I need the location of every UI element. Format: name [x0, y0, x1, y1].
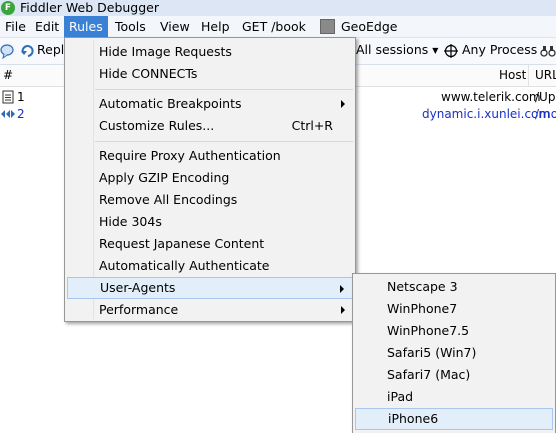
- sessions-dropdown[interactable]: All sessions ▼: [356, 38, 438, 64]
- session-number: 2: [17, 107, 25, 121]
- menu-item-label: User-Agents: [100, 280, 176, 295]
- submenu-arrow-icon: [341, 306, 345, 314]
- menu-item-apply-gzip-encoding[interactable]: Apply GZIP Encoding: [67, 167, 353, 189]
- fiddler-app-icon: F: [1, 1, 15, 15]
- menu-help[interactable]: Help: [196, 16, 235, 37]
- menu-bar: File Edit Rules Tools View Help GET /boo…: [0, 16, 556, 38]
- menu-item-customize-rules[interactable]: Customize Rules... Ctrl+R: [67, 115, 353, 137]
- submenu-arrow-icon: [340, 285, 344, 293]
- submenu-arrow-icon: [341, 100, 345, 108]
- connect-arrows-icon: [0, 104, 16, 130]
- menu-item-label: Performance: [99, 302, 179, 317]
- menu-item-ipad[interactable]: iPad: [355, 386, 553, 408]
- menu-item-hide-304s[interactable]: Hide 304s: [67, 211, 353, 233]
- menu-item-safari7-mac[interactable]: Safari7 (Mac): [355, 364, 553, 386]
- column-divider[interactable]: [528, 65, 529, 86]
- menu-item-label: Customize Rules...: [99, 118, 215, 133]
- menu-file[interactable]: File: [0, 16, 31, 37]
- menu-item-hide-connects[interactable]: Hide CONNECTs: [67, 63, 353, 85]
- column-url[interactable]: URL: [535, 65, 556, 86]
- geoedge-icon: [320, 19, 335, 34]
- window-title: Fiddler Web Debugger: [20, 0, 159, 15]
- menu-item-remove-all-encodings[interactable]: Remove All Encodings: [67, 189, 353, 211]
- menu-item-iphone6[interactable]: iPhone6: [355, 408, 553, 430]
- menu-item-netscape-3[interactable]: Netscape 3: [355, 276, 553, 298]
- rules-menu: Hide Image Requests Hide CONNECTs Automa…: [64, 37, 356, 322]
- crosshair-icon[interactable]: [443, 38, 459, 64]
- session-host: dynamic.i.xunlei.com: [422, 107, 551, 121]
- session-url: /mor: [535, 107, 556, 121]
- menu-tools[interactable]: Tools: [110, 16, 151, 37]
- shortcut-label: Ctrl+R: [291, 118, 333, 133]
- replay-icon[interactable]: [20, 38, 36, 64]
- menu-separator: [95, 89, 353, 90]
- menu-view[interactable]: View: [155, 16, 195, 37]
- comment-icon[interactable]: [0, 38, 16, 64]
- menu-item-hide-image-requests[interactable]: Hide Image Requests: [67, 41, 353, 63]
- menu-item-automatic-breakpoints[interactable]: Automatic Breakpoints: [67, 93, 353, 115]
- title-bar: F Fiddler Web Debugger: [0, 0, 556, 16]
- menu-item-label: Automatic Breakpoints: [99, 96, 242, 111]
- menu-item-winphone7[interactable]: WinPhone7: [355, 298, 553, 320]
- menu-item-automatically-authenticate[interactable]: Automatically Authenticate: [67, 255, 353, 277]
- chevron-down-icon: ▼: [432, 46, 439, 55]
- menu-item-request-japanese-content[interactable]: Request Japanese Content: [67, 233, 353, 255]
- process-filter-button[interactable]: Any Process: [462, 38, 537, 64]
- menu-item-user-agents[interactable]: User-Agents: [67, 277, 353, 299]
- replay-button[interactable]: Repl: [37, 38, 64, 64]
- menu-separator: [95, 141, 353, 142]
- menu-item-winphone7-5[interactable]: WinPhone7.5: [355, 320, 553, 342]
- menu-geoedge[interactable]: GeoEdge: [336, 16, 402, 37]
- user-agents-submenu: Netscape 3 WinPhone7 WinPhone7.5 Safari5…: [352, 273, 556, 433]
- menu-get-book[interactable]: GET /book: [237, 16, 311, 37]
- menu-edit[interactable]: Edit: [30, 16, 64, 37]
- menu-item-require-proxy-authentication[interactable]: Require Proxy Authentication: [67, 145, 353, 167]
- menu-item-performance[interactable]: Performance: [67, 299, 353, 321]
- menu-rules[interactable]: Rules: [64, 16, 108, 37]
- column-host[interactable]: Host: [499, 65, 526, 86]
- column-number[interactable]: #: [3, 65, 13, 86]
- sessions-label: All sessions: [356, 42, 429, 57]
- menu-item-safari5-win7[interactable]: Safari5 (Win7): [355, 342, 553, 364]
- binoculars-icon[interactable]: [540, 38, 556, 64]
